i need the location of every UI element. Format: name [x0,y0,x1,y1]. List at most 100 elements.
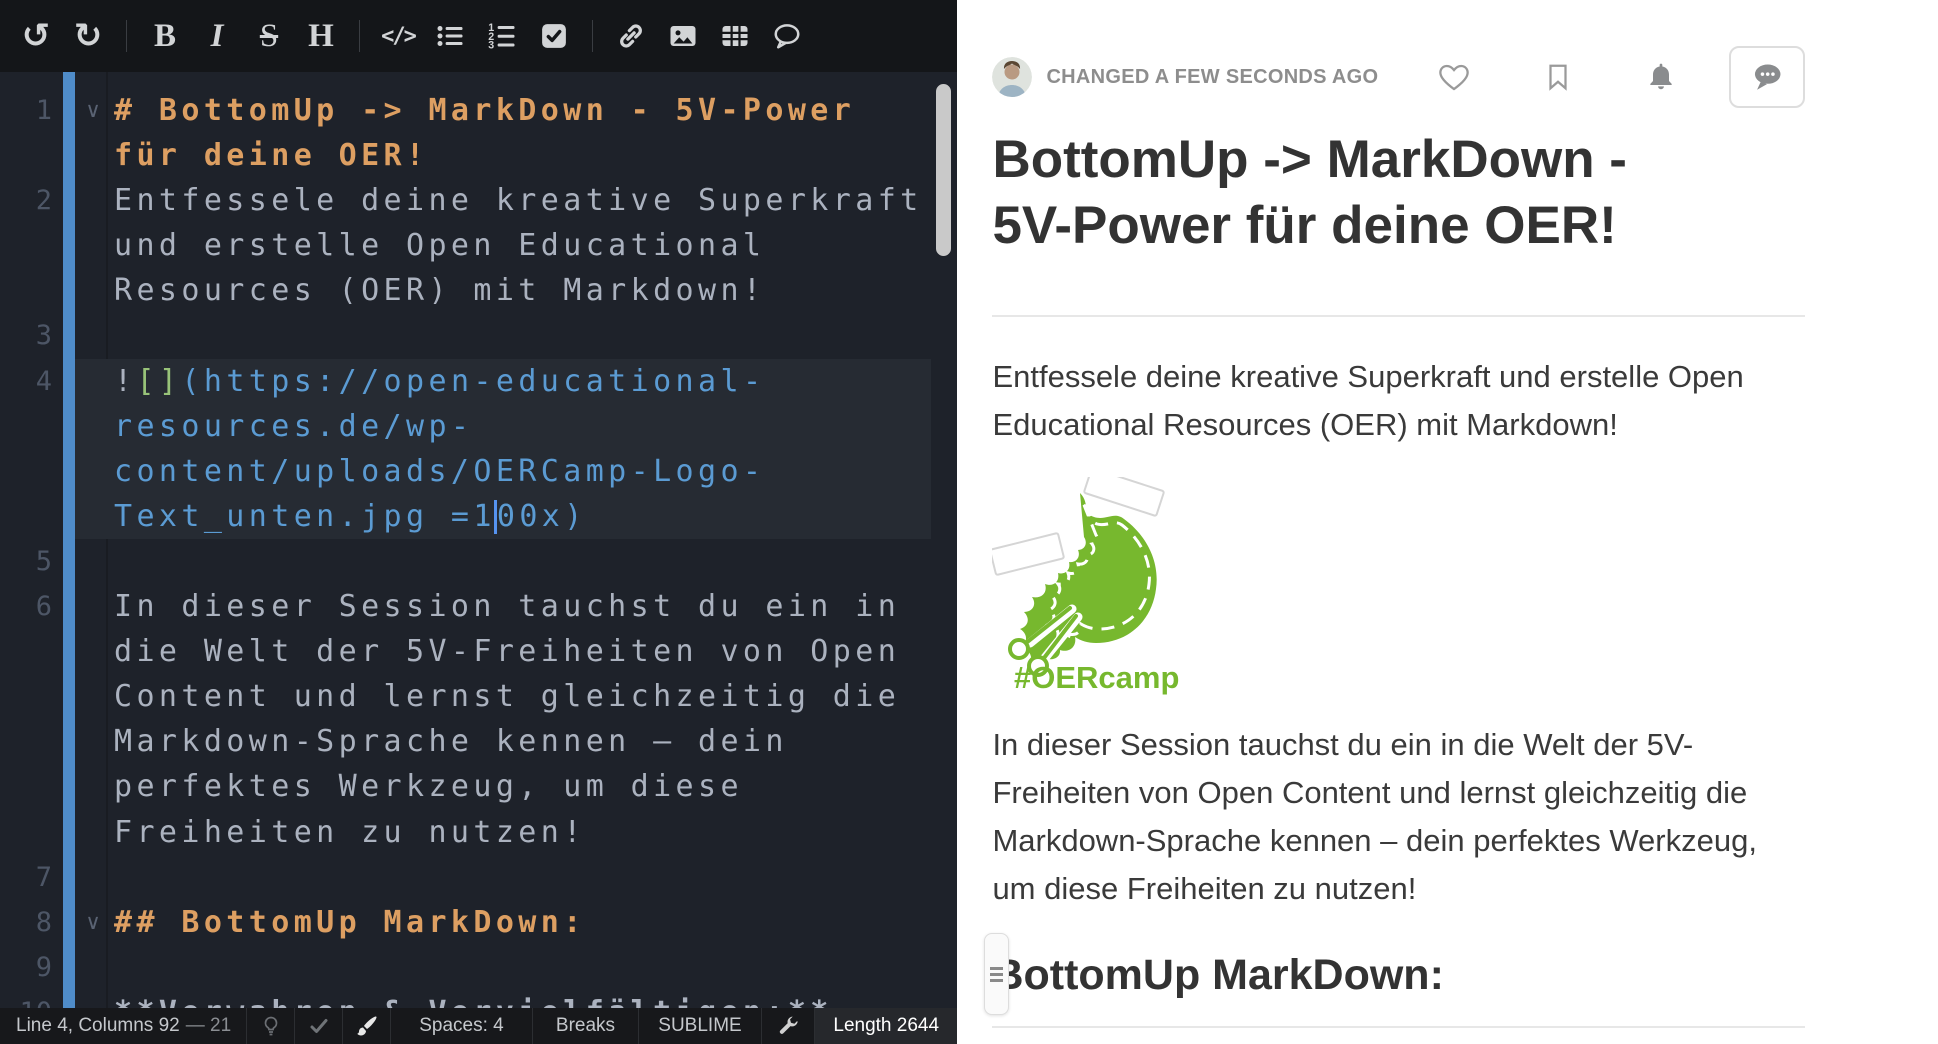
code-line[interactable]: 10 **Verwahren & Vervielfältigen:** [0,990,957,1008]
lightbulb-icon [259,1014,283,1038]
bold-button[interactable]: B [142,12,188,60]
code-line[interactable]: Resources (OER) mit Markdown! [0,268,957,313]
code-text: In dieser Session tauchst du ein in [114,584,900,629]
svg-text:3: 3 [488,40,494,52]
link-button[interactable] [608,12,654,60]
code-line[interactable]: 8∨## BottomUp MarkDown: [0,900,957,945]
code-text: content/uploads/OERCamp-Logo- [114,449,765,494]
code-line[interactable]: die Welt der 5V-Freiheiten von Open [0,629,957,674]
line-number: 2 [0,178,52,223]
code-text: ![](https://open-educational- [114,359,765,404]
comment-button[interactable] [764,12,810,60]
fold-chevron-icon[interactable]: ∨ [80,900,106,945]
code-line[interactable]: 7 [0,855,957,900]
code-line[interactable]: resources.de/wp- [0,404,957,449]
bell-icon [1645,61,1677,93]
code-line[interactable]: 3 [0,313,957,358]
like-button[interactable] [1437,60,1471,94]
line-number: 6 [0,584,52,629]
code-line[interactable]: Markdown-Sprache kennen – dein [0,719,957,764]
table-button[interactable] [712,12,758,60]
toolbar-separator [592,20,593,52]
split-drag-handle[interactable] [984,933,1009,1015]
preview-actions [1437,46,1805,108]
comment-icon [772,21,802,51]
preview-pane: CHANGED A FEW SECONDS AGO [957,0,1938,1044]
code-line[interactable]: Text_unten.jpg =100x) [0,494,957,539]
code-text: Freiheiten zu nutzen! [114,810,586,855]
keymap-setting[interactable]: SUBLIME [639,1008,762,1044]
bookmark-button[interactable] [1543,61,1573,93]
code-text: resources.de/wp- [114,404,473,449]
image-icon [668,21,698,51]
preview-header: CHANGED A FEW SECONDS AGO [992,45,1805,109]
ordered-list-icon: 1 2 3 [487,21,517,51]
toolbar-separator [359,20,360,52]
code-line[interactable]: perfektes Werkzeug, um diese [0,764,957,809]
preferences-button[interactable] [762,1008,815,1044]
code-line[interactable]: 6 In dieser Session tauchst du ein in [0,584,957,629]
code-text: **Verwahren & Vervielfältigen:** [114,990,833,1008]
unordered-list-button[interactable] [427,12,473,60]
code-line[interactable]: 1∨# BottomUp -> MarkDown - 5V-Power [0,88,957,133]
ordered-list-button[interactable]: 1 2 3 [479,12,525,60]
code-line[interactable]: Freiheiten zu nutzen! [0,810,957,855]
editor-toolbar: ↺ ↻ B I S H </> 1 2 3 [0,0,957,72]
editor-scrollbar[interactable] [936,84,951,256]
code-line[interactable]: und erstelle Open Educational [0,223,957,268]
changed-timestamp: CHANGED A FEW SECONDS AGO [1046,66,1437,89]
avatar-photo [992,57,1032,97]
code-text: Markdown-Sprache kennen – dein [114,719,788,764]
wrench-icon [777,1015,800,1038]
indent-setting[interactable]: Spaces: 4 [391,1008,533,1044]
document-length: Length 2644 [815,1008,957,1044]
code-line[interactable]: 4![](https://open-educational- [0,359,957,404]
code-text: die Welt der 5V-Freiheiten von Open [114,629,900,674]
code-editor[interactable]: 1∨# BottomUp -> MarkDown - 5V-Powerfür d… [0,72,957,1008]
code-line[interactable]: content/uploads/OERCamp-Logo- [0,449,957,494]
section-divider [992,1026,1805,1028]
code-line[interactable]: für deine OER! [0,133,957,178]
strikethrough-button[interactable]: S [246,12,292,60]
app-window: ↺ ↻ B I S H </> 1 2 3 [0,0,1938,1044]
fold-chevron-icon[interactable]: ∨ [80,88,106,133]
toolbar-separator [126,20,127,52]
line-number: 1 [0,88,52,133]
open-comments-button[interactable] [1729,46,1805,108]
undo-button[interactable]: ↺ [13,12,59,60]
grip-icon [990,964,1003,985]
code-line[interactable]: 2 Entfessele deine kreative Superkraft [0,178,957,223]
code-line[interactable]: 9 [0,945,957,990]
table-icon [720,21,750,51]
code-text: und erstelle Open Educational [114,223,765,268]
unordered-list-icon [435,21,465,51]
check-icon [307,1014,331,1038]
intro-paragraph: Entfessele deine kreative Superkraft und… [992,353,1805,449]
avatar[interactable] [992,57,1032,97]
oercamp-logo-image: #OERcamp [992,477,1182,695]
editor-pane: ↺ ↻ B I S H </> 1 2 3 [0,0,957,1044]
linebreak-setting[interactable]: Breaks [533,1008,639,1044]
code-text: Entfessele deine kreative Superkraft [114,178,923,223]
code-line[interactable]: 5 [0,539,957,584]
spellcheck-toggle[interactable] [295,1008,343,1044]
notifications-button[interactable] [1645,61,1677,93]
document-title: BottomUp -> MarkDown -5V-Power für deine… [992,127,1805,259]
theme-brush-button[interactable] [343,1008,391,1044]
code-button[interactable]: </> [375,12,421,60]
checklist-button[interactable] [531,12,577,60]
italic-button[interactable]: I [194,12,240,60]
line-number: 7 [0,855,52,900]
image-button[interactable] [660,12,706,60]
paintbrush-icon [355,1014,379,1038]
line-number: 3 [0,313,52,358]
bookmark-icon [1543,61,1573,93]
line-number: 9 [0,945,52,990]
line-number: 10 [0,990,52,1008]
checklist-icon [539,21,569,51]
redo-button[interactable]: ↻ [65,12,111,60]
code-text: für deine OER! [114,133,428,178]
night-mode-toggle[interactable] [247,1008,295,1044]
code-line[interactable]: Content und lernst gleichzeitig die [0,674,957,719]
heading-button[interactable]: H [298,12,344,60]
